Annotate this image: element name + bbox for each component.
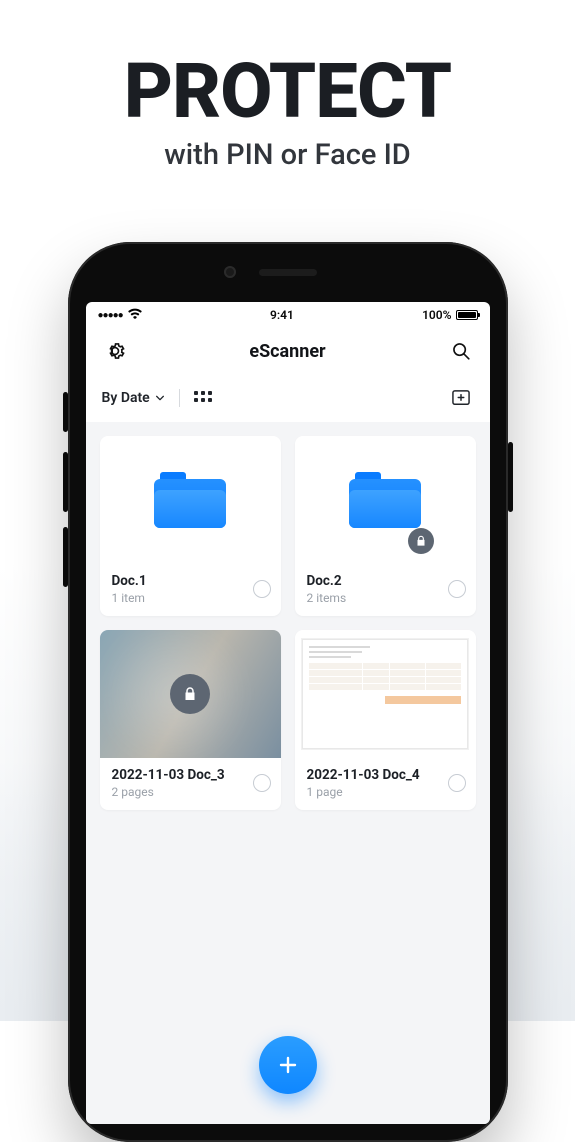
- item-title: 2022-11-03 Doc_3: [112, 767, 225, 783]
- plus-icon: [276, 1053, 300, 1077]
- item-subtitle: 1 item: [112, 591, 147, 605]
- lock-icon: [408, 528, 434, 554]
- phone-speaker: [259, 269, 317, 276]
- folder-icon: [154, 472, 226, 528]
- search-button[interactable]: [448, 338, 474, 364]
- battery-pct: 100%: [422, 308, 451, 322]
- item-title: 2022-11-03 Doc_4: [307, 767, 420, 783]
- new-folder-icon: [450, 387, 472, 409]
- app-screen: ●●●●● 9:41 100% eScanner By: [86, 302, 490, 1124]
- phone-frame: ●●●●● 9:41 100% eScanner By: [68, 242, 508, 1142]
- new-folder-button[interactable]: [448, 385, 474, 411]
- view-grid-button[interactable]: [194, 391, 212, 405]
- nav-bar: eScanner: [86, 328, 490, 374]
- phone-side-button: [63, 392, 68, 432]
- item-subtitle: 1 page: [307, 785, 420, 799]
- search-icon: [450, 340, 472, 362]
- gear-icon: [104, 340, 126, 362]
- document-grid: Doc.1 1 item Do: [86, 422, 490, 1124]
- phone-side-button: [63, 527, 68, 587]
- item-title: Doc.1: [112, 573, 147, 589]
- blurred-thumbnail: [100, 630, 281, 758]
- folder-icon: [349, 472, 421, 528]
- app-title: eScanner: [249, 341, 325, 362]
- add-button[interactable]: [259, 1036, 317, 1094]
- grid-item[interactable]: Doc.1 1 item: [100, 436, 281, 616]
- grid-item[interactable]: 2022-11-03 Doc_4 1 page: [295, 630, 476, 810]
- chevron-down-icon: [155, 393, 165, 403]
- lock-icon: [170, 674, 210, 714]
- item-title: Doc.2: [307, 573, 347, 589]
- toolbar: By Date: [86, 374, 490, 422]
- phone-camera: [224, 266, 236, 278]
- sort-label: By Date: [102, 390, 150, 406]
- item-subtitle: 2 items: [307, 591, 347, 605]
- select-radio[interactable]: [448, 580, 466, 598]
- settings-button[interactable]: [102, 338, 128, 364]
- status-time: 9:41: [270, 308, 294, 322]
- sort-button[interactable]: By Date: [102, 390, 165, 406]
- item-subtitle: 2 pages: [112, 785, 225, 799]
- phone-side-button: [508, 442, 513, 512]
- grid-item[interactable]: Doc.2 2 items: [295, 436, 476, 616]
- select-radio[interactable]: [253, 774, 271, 792]
- document-thumbnail: [302, 639, 469, 749]
- select-radio[interactable]: [448, 774, 466, 792]
- phone-side-button: [63, 452, 68, 512]
- grid-item[interactable]: 2022-11-03 Doc_3 2 pages: [100, 630, 281, 810]
- wifi-icon: [128, 308, 142, 322]
- battery-icon: [456, 310, 478, 320]
- select-radio[interactable]: [253, 580, 271, 598]
- promo-title: PROTECT: [0, 46, 575, 136]
- signal-dots-icon: ●●●●●: [98, 310, 123, 321]
- toolbar-divider: [179, 389, 180, 407]
- status-bar: ●●●●● 9:41 100%: [86, 302, 490, 328]
- promo-subtitle: with PIN or Face ID: [0, 138, 575, 172]
